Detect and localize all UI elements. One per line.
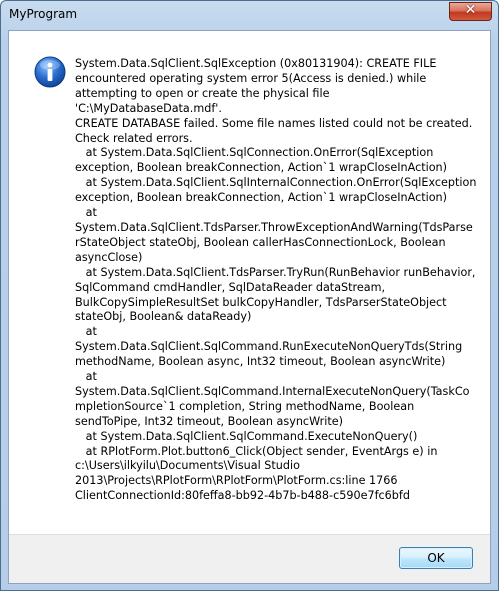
ok-button[interactable]: OK	[399, 547, 473, 569]
message-area: System.Data.SqlClient.SqlException (0x80…	[9, 31, 490, 536]
close-icon: ✕	[464, 2, 477, 18]
button-footer: OK	[9, 534, 490, 583]
dialog-client-area: System.Data.SqlClient.SqlException (0x80…	[8, 30, 491, 584]
window-title: MyProgram	[9, 7, 78, 21]
close-button[interactable]: ✕	[449, 2, 492, 21]
information-icon	[34, 56, 66, 88]
message-box-window: MyProgram ✕ System.Data.SqlClient.SqlExc…	[0, 0, 499, 591]
error-message-text: System.Data.SqlClient.SqlException (0x80…	[75, 57, 477, 503]
title-bar[interactable]: MyProgram ✕	[1, 1, 498, 29]
